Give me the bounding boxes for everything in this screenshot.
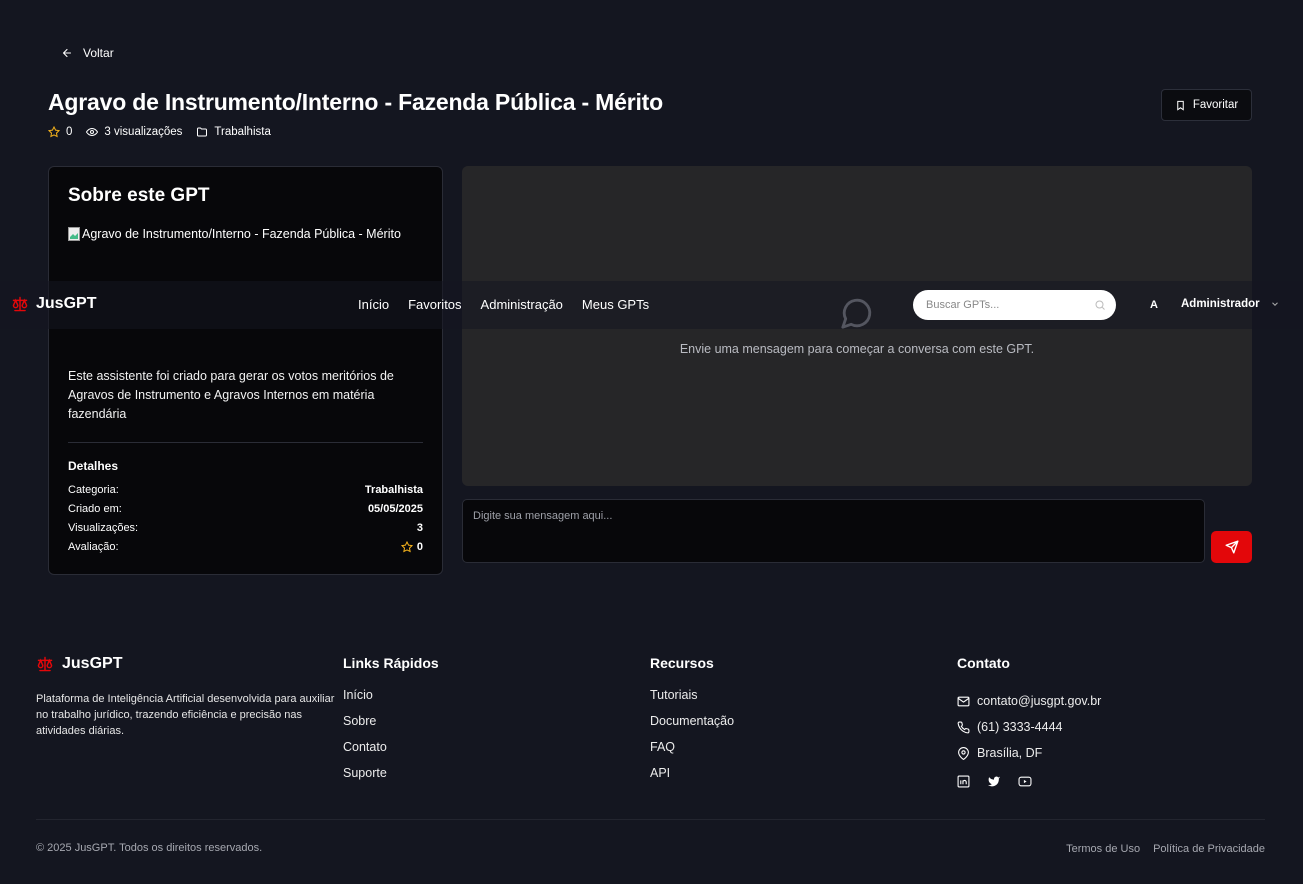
user-name: Administrador bbox=[1181, 298, 1260, 310]
star-icon bbox=[48, 126, 60, 138]
broken-image-icon bbox=[68, 227, 80, 241]
phone-icon bbox=[957, 721, 970, 734]
send-button[interactable] bbox=[1211, 531, 1252, 563]
nav-links: Início Favoritos Administração Meus GPTs bbox=[358, 297, 649, 312]
detail-value-rating: 0 bbox=[400, 541, 423, 553]
footer-col-title: Contato bbox=[957, 655, 1010, 671]
search-input[interactable] bbox=[926, 299, 1094, 311]
detail-row: Criado em: 05/05/2025 bbox=[68, 503, 423, 515]
contact-location-text: Brasília, DF bbox=[977, 746, 1043, 760]
nav-link-administracao[interactable]: Administração bbox=[481, 297, 563, 312]
detail-row: Categoria: Trabalhista bbox=[68, 484, 423, 496]
copyright: © 2025 JusGPT. Todos os direitos reserva… bbox=[36, 842, 263, 854]
youtube-icon[interactable] bbox=[1018, 775, 1032, 788]
eye-icon bbox=[86, 126, 99, 138]
chat-empty-message: Envie uma mensagem para começar a conver… bbox=[679, 342, 1035, 356]
mail-icon bbox=[957, 695, 970, 708]
back-label: Voltar bbox=[83, 46, 114, 60]
about-heading: Sobre este GPT bbox=[68, 185, 210, 206]
scales-icon bbox=[11, 296, 29, 312]
footer-link-documentacao[interactable]: Documentação bbox=[650, 714, 734, 740]
category-meta: Trabalhista bbox=[196, 126, 271, 138]
about-card: Sobre este GPT Agravo de Instrumento/Int… bbox=[48, 166, 443, 575]
views-meta: 3 visualizações bbox=[86, 126, 182, 138]
footer-brand-name: JusGPT bbox=[62, 655, 123, 672]
footer-resources: Recursos Tutoriais Documentação FAQ API bbox=[650, 655, 734, 792]
footer-brand: JusGPT bbox=[36, 655, 122, 673]
footer-link-api[interactable]: API bbox=[650, 766, 734, 792]
message-placeholder: Digite sua mensagem aqui... bbox=[473, 510, 613, 522]
footer-link-tutoriais[interactable]: Tutoriais bbox=[650, 688, 734, 714]
footer-col-title: Recursos bbox=[650, 655, 714, 671]
nav-link-meus-gpts[interactable]: Meus GPTs bbox=[582, 297, 649, 312]
footer-link-inicio[interactable]: Início bbox=[343, 688, 439, 714]
star-icon bbox=[400, 541, 413, 553]
detail-label: Criado em: bbox=[68, 503, 122, 515]
user-menu[interactable]: Administrador bbox=[1181, 298, 1280, 310]
legal-links: Termos de Uso Política de Privacidade bbox=[1066, 843, 1265, 855]
nav-link-favoritos[interactable]: Favoritos bbox=[408, 297, 461, 312]
navbar: JusGPT Início Favoritos Administração Me… bbox=[0, 281, 1303, 329]
details-title: Detalhes bbox=[68, 459, 119, 473]
contact-phone-text: (61) 3333-4444 bbox=[977, 720, 1063, 734]
search-icon[interactable] bbox=[1094, 299, 1106, 311]
contact-email-text: contato@jusgpt.gov.br bbox=[977, 694, 1102, 708]
favorite-label: Favoritar bbox=[1192, 99, 1239, 111]
detail-value: 05/05/2025 bbox=[367, 503, 423, 515]
footer-quick-links: Links Rápidos Início Sobre Contato Supor… bbox=[343, 655, 439, 792]
gpt-image: Agravo de Instrumento/Interno - Fazenda … bbox=[68, 227, 401, 241]
scales-icon bbox=[36, 656, 54, 672]
contact-email[interactable]: contato@jusgpt.gov.br bbox=[957, 688, 1101, 714]
image-alt-text: Agravo de Instrumento/Interno - Fazenda … bbox=[82, 227, 401, 241]
linkedin-icon[interactable] bbox=[957, 775, 970, 788]
arrow-left-icon bbox=[61, 47, 73, 59]
rating-value: 0 bbox=[66, 126, 73, 138]
gpt-meta: 0 3 visualizações Trabalhista bbox=[48, 126, 285, 138]
detail-label: Visualizações: bbox=[68, 522, 139, 534]
privacy-link[interactable]: Política de Privacidade bbox=[1153, 843, 1265, 855]
divider bbox=[68, 442, 423, 443]
message-input[interactable]: Digite sua mensagem aqui... bbox=[462, 499, 1205, 563]
detail-row: Visualizações: 3 bbox=[68, 522, 423, 534]
contact-phone: (61) 3333-4444 bbox=[957, 714, 1101, 740]
footer-link-contato[interactable]: Contato bbox=[343, 740, 439, 766]
footer-divider bbox=[36, 819, 1265, 820]
bookmark-icon bbox=[1175, 100, 1186, 111]
category-text: Trabalhista bbox=[214, 126, 271, 138]
map-pin-icon bbox=[957, 746, 970, 760]
detail-label: Avaliação: bbox=[68, 541, 119, 553]
send-icon bbox=[1224, 540, 1239, 554]
search-box bbox=[913, 290, 1116, 320]
favorite-button[interactable]: Favoritar bbox=[1161, 89, 1252, 121]
detail-row: Avaliação: 0 bbox=[68, 541, 423, 553]
contact-location: Brasília, DF bbox=[957, 740, 1101, 766]
gpt-description: Este assistente foi criado para gerar os… bbox=[68, 369, 394, 421]
terms-link[interactable]: Termos de Uso bbox=[1066, 843, 1140, 855]
social-links bbox=[957, 775, 1101, 788]
brand-name: JusGPT bbox=[36, 295, 97, 312]
nav-link-inicio[interactable]: Início bbox=[358, 297, 389, 312]
rating-meta: 0 bbox=[48, 126, 72, 138]
folder-icon bbox=[196, 126, 208, 138]
footer-link-suporte[interactable]: Suporte bbox=[343, 766, 439, 792]
footer-contact: Contato contato@jusgpt.gov.br (61) 3333-… bbox=[957, 655, 1101, 788]
detail-value: 3 bbox=[416, 522, 423, 534]
footer-about: Plataforma de Inteligência Artificial de… bbox=[36, 693, 335, 737]
avatar[interactable]: A bbox=[1150, 299, 1158, 311]
footer-link-faq[interactable]: FAQ bbox=[650, 740, 734, 766]
twitter-icon[interactable] bbox=[987, 775, 1001, 788]
rating-detail-value: 0 bbox=[416, 541, 423, 553]
back-link[interactable]: Voltar bbox=[61, 46, 114, 60]
detail-label: Categoria: bbox=[68, 484, 119, 496]
page-title: Agravo de Instrumento/Interno - Fazenda … bbox=[48, 89, 663, 115]
footer-col-title: Links Rápidos bbox=[343, 655, 439, 671]
chevron-down-icon bbox=[1270, 299, 1280, 309]
brand-logo[interactable]: JusGPT bbox=[11, 295, 96, 313]
views-text: 3 visualizações bbox=[104, 126, 183, 138]
footer-link-sobre[interactable]: Sobre bbox=[343, 714, 439, 740]
detail-value: Trabalhista bbox=[364, 484, 423, 496]
